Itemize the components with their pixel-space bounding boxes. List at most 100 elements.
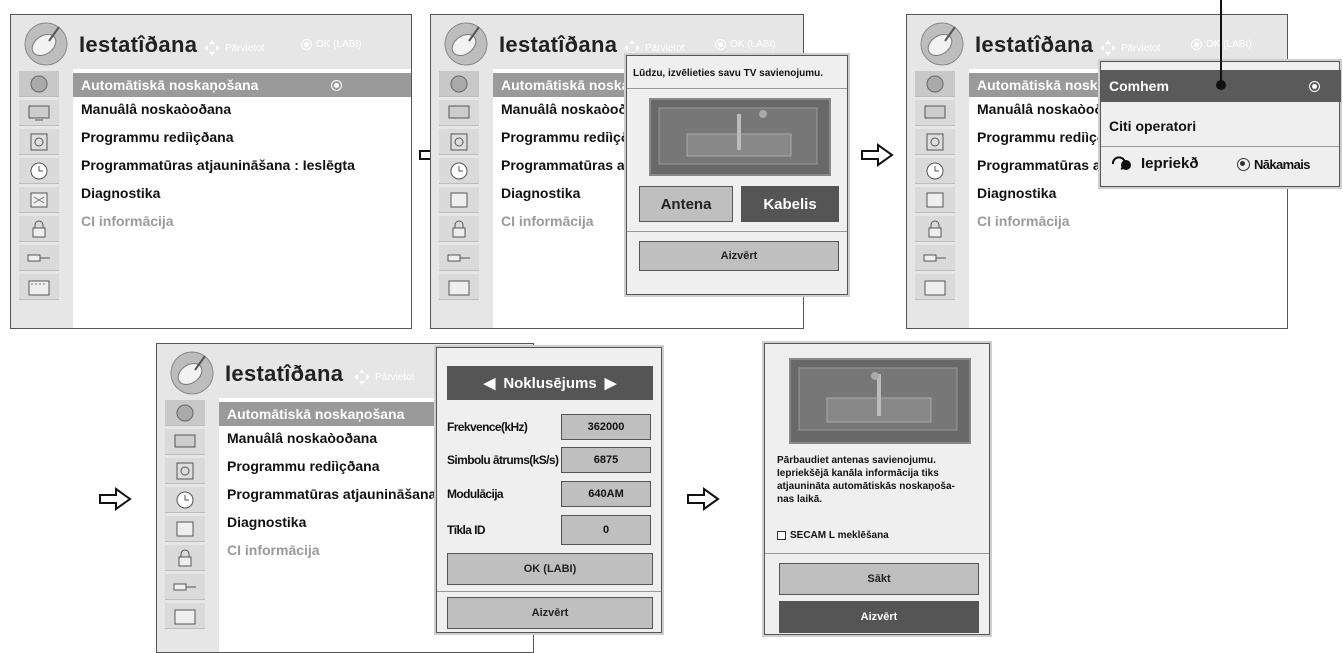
- lock-icon[interactable]: [19, 216, 59, 242]
- menu-item-label: Automātiskā noskaņošana: [81, 77, 259, 93]
- instruction-line: nas laikā.: [777, 494, 823, 505]
- close-button[interactable]: Aizvērt: [779, 601, 979, 633]
- move-arrows-icon: [353, 368, 371, 386]
- menu-item-ci-info[interactable]: CI informācija: [227, 542, 320, 558]
- clock-icon[interactable]: [439, 158, 479, 184]
- satellite-icon[interactable]: [165, 400, 205, 426]
- menu-item-ci-info[interactable]: CI informācija: [501, 213, 594, 229]
- tv-icon[interactable]: [915, 100, 955, 126]
- menu-item-diagnostics[interactable]: Diagnostika: [81, 185, 160, 201]
- tv-icon[interactable]: [439, 100, 479, 126]
- instruction-line: Pārbaudiet antenas savienojumu.: [777, 455, 936, 466]
- instruction-line: Iepriekšējā kanāla informācija tiks: [777, 468, 939, 479]
- menu-item-diagnostics[interactable]: Diagnostika: [227, 514, 306, 530]
- operator-option-other[interactable]: Citi operatori: [1109, 118, 1196, 134]
- start-button[interactable]: Sākt: [779, 563, 979, 595]
- speaker-icon[interactable]: [915, 129, 955, 155]
- popup-divider: [627, 88, 847, 89]
- ok-radio-icon: [1237, 158, 1250, 171]
- menu-item-ci-info[interactable]: CI informācija: [81, 213, 174, 229]
- checkbox-icon[interactable]: [777, 531, 786, 540]
- symbol-rate-field[interactable]: 6875: [561, 447, 651, 473]
- satellite-icon[interactable]: [915, 71, 955, 97]
- setup-satellite-logo-icon: [444, 22, 488, 66]
- chevron-left-icon[interactable]: ◀: [484, 374, 496, 392]
- antenna-button[interactable]: Antena: [639, 186, 733, 222]
- speaker-icon[interactable]: [19, 129, 59, 155]
- modulation-field[interactable]: 640AM: [561, 481, 651, 507]
- frequency-field[interactable]: 362000: [561, 414, 651, 440]
- antenna-cable-illustration: [649, 98, 831, 176]
- schedule-icon[interactable]: [439, 187, 479, 213]
- schedule-icon[interactable]: [915, 187, 955, 213]
- schedule-icon[interactable]: [165, 516, 205, 542]
- satellite-icon[interactable]: [439, 71, 479, 97]
- hint-move-label: Pārvietot: [375, 371, 415, 383]
- clock-icon[interactable]: [19, 158, 59, 184]
- input-plug-icon[interactable]: [439, 245, 479, 271]
- menu-item-auto-tuning[interactable]: Automātiskā noskaņošana: [73, 73, 411, 97]
- cable-settings-popup: ◀ Noklusējums ▶ Frekvence(kHz) 362000 Si…: [436, 347, 662, 633]
- menu-item-software-update[interactable]: Programmatūras atjaunināšana : Ieslēgta: [81, 157, 355, 173]
- next-step-arrow-icon: [687, 487, 720, 511]
- frequency-label: Frekvence(kHz): [447, 420, 528, 434]
- tv-icon[interactable]: [165, 429, 205, 455]
- ok-button-icon: [715, 39, 726, 50]
- menu-item-diagnostics[interactable]: Diagnostika: [977, 185, 1056, 201]
- menu-item-program-edit[interactable]: Programmu rediìçðana: [81, 129, 234, 145]
- menu-item-software-update[interactable]: Programmatūras atjaunināšana: [227, 486, 436, 502]
- next-nav[interactable]: Nākamais: [1237, 157, 1311, 172]
- lock-icon[interactable]: [915, 216, 955, 242]
- schedule-icon[interactable]: [19, 187, 59, 213]
- lock-icon[interactable]: [165, 545, 205, 571]
- previous-label: Iepriekð: [1141, 154, 1199, 172]
- clock-icon[interactable]: [915, 158, 955, 184]
- hint-move-label: Pārvietot: [1121, 42, 1161, 54]
- menu-item-manual-tuning[interactable]: Manuâlâ noskaòoðana: [81, 101, 231, 117]
- popup-divider: [765, 553, 989, 554]
- menu-item-ci-info[interactable]: CI informācija: [977, 213, 1070, 229]
- hint-ok-label: OK (LABI): [1206, 39, 1252, 50]
- hint-move: Pārvietot: [203, 39, 264, 57]
- secam-checkbox[interactable]: SECAM L meklēšana: [777, 530, 889, 541]
- move-arrows-icon: [203, 39, 221, 57]
- move-arrows-icon: [1099, 39, 1117, 57]
- input-plug-icon[interactable]: [165, 574, 205, 600]
- hint-ok-label: OK (LABI): [316, 39, 362, 50]
- popup-divider: [627, 231, 847, 232]
- symbol-rate-label: Simbolu ātrums(kS/s): [447, 453, 559, 467]
- antenna-cable-illustration: [789, 358, 971, 444]
- ok-button[interactable]: OK (LABI): [447, 553, 653, 585]
- input-plug-icon[interactable]: [915, 245, 955, 271]
- speaker-icon[interactable]: [439, 129, 479, 155]
- menu-item-diagnostics[interactable]: Diagnostika: [501, 185, 580, 201]
- network-id-field[interactable]: 0: [561, 515, 651, 545]
- usb-media-icon[interactable]: [19, 274, 59, 300]
- cable-button[interactable]: Kabelis: [741, 186, 839, 222]
- menu-item-manual-tuning[interactable]: Manuâlâ noskaòoðana: [227, 430, 377, 446]
- usb-media-icon[interactable]: [915, 274, 955, 300]
- tv-icon[interactable]: [19, 100, 59, 126]
- hint-ok-label: OK (LABI): [730, 39, 776, 50]
- close-button[interactable]: Aizvērt: [639, 241, 839, 271]
- preset-selector[interactable]: ◀ Noklusējums ▶: [447, 366, 653, 400]
- previous-nav[interactable]: Iepriekð: [1109, 154, 1199, 172]
- close-button[interactable]: Aizvērt: [447, 597, 653, 629]
- preset-label: Noklusējums: [503, 374, 597, 392]
- input-plug-icon[interactable]: [19, 245, 59, 271]
- clock-icon[interactable]: [165, 487, 205, 513]
- panel-header: Iestatîðana Pārvietot OK (LABI): [11, 15, 411, 69]
- category-icon-column: [157, 398, 213, 652]
- lock-icon[interactable]: [439, 216, 479, 242]
- chevron-right-icon[interactable]: ▶: [605, 374, 617, 392]
- usb-media-icon[interactable]: [165, 603, 205, 629]
- speaker-icon[interactable]: [165, 458, 205, 484]
- usb-media-icon[interactable]: [439, 274, 479, 300]
- back-return-icon: [1111, 156, 1131, 170]
- menu-item-program-edit[interactable]: Programmu rediìçðana: [227, 458, 380, 474]
- hint-ok: OK (LABI): [301, 39, 362, 50]
- instruction-text: Pārbaudiet antenas savienojumu. Iepriekš…: [777, 454, 955, 506]
- next-label: Nākamais: [1254, 157, 1311, 172]
- ok-button-icon: [1191, 39, 1202, 50]
- satellite-icon[interactable]: [19, 71, 59, 97]
